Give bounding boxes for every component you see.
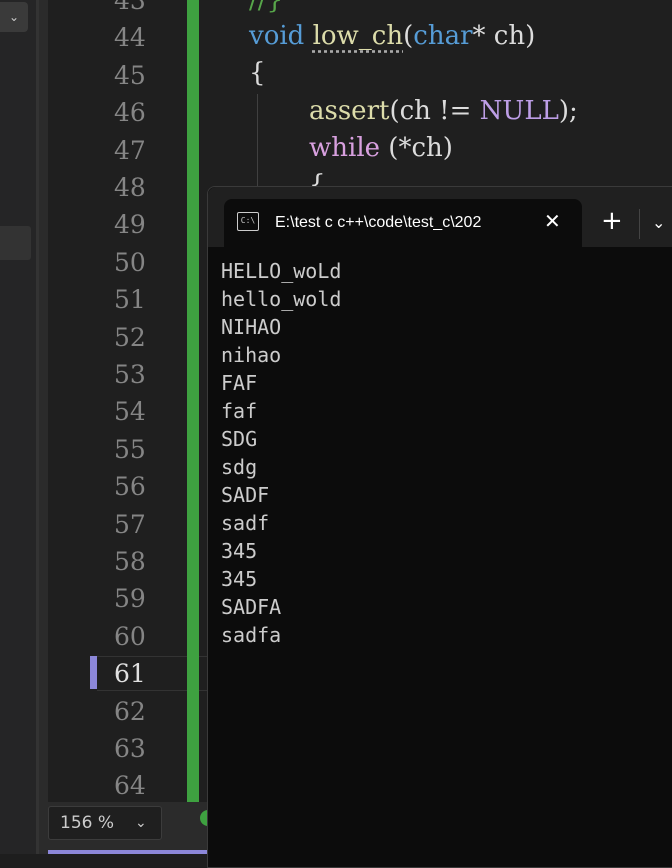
line-number: 64 bbox=[114, 771, 146, 801]
line-number: 45 bbox=[114, 60, 146, 90]
line-number: 47 bbox=[114, 135, 146, 165]
line-number: 54 bbox=[114, 397, 146, 427]
terminal-tab[interactable]: C:\ E:\test c c++\code\test_c\202 ✕ bbox=[224, 199, 582, 247]
output-line: SADFA bbox=[221, 595, 282, 619]
chevron-down-icon: ⌄ bbox=[135, 815, 147, 831]
keyword-void: void bbox=[249, 21, 305, 51]
chevron-down-icon: ⌄ bbox=[8, 10, 20, 24]
line-number: 63 bbox=[114, 734, 146, 763]
keyword-while: while bbox=[309, 133, 381, 163]
line-number: 46 bbox=[114, 98, 146, 128]
output-line: hello_wold bbox=[221, 287, 342, 311]
indent-guide bbox=[257, 94, 258, 194]
chevron-down-icon[interactable]: ⌄ bbox=[652, 209, 665, 237]
code-line-43: //} bbox=[249, 0, 284, 15]
change-tracking-bar bbox=[187, 0, 199, 802]
code-line-46: assert(ch != NULL); bbox=[309, 93, 578, 130]
output-line: FAF bbox=[221, 371, 258, 395]
line-number: 51 bbox=[114, 285, 146, 315]
line-number: 55 bbox=[114, 434, 146, 464]
close-icon[interactable]: ✕ bbox=[544, 209, 561, 233]
bottom-accent-line bbox=[48, 850, 208, 854]
output-line: sadf bbox=[221, 511, 270, 535]
current-line-marker bbox=[90, 656, 97, 689]
code-line-47: while (*ch) bbox=[309, 130, 453, 167]
plus-icon[interactable]: + bbox=[601, 207, 623, 235]
titlebar-divider bbox=[639, 209, 640, 239]
function-name: low_ch bbox=[312, 21, 404, 51]
zoom-value: 156 % bbox=[60, 813, 115, 833]
line-number: 49 bbox=[114, 210, 146, 240]
code-line-45: { bbox=[249, 58, 266, 88]
terminal-window[interactable]: C:\ E:\test c c++\code\test_c\202 ✕ + ⌄ … bbox=[207, 186, 672, 868]
editor-margin bbox=[39, 0, 48, 854]
paren: ( bbox=[403, 21, 414, 51]
line-number: 60 bbox=[114, 621, 146, 651]
left-panel: ⌄ bbox=[0, 0, 36, 854]
output-line: HELLO_woLd bbox=[221, 259, 342, 283]
while-cond: (*ch) bbox=[380, 133, 453, 163]
line-number: 50 bbox=[114, 247, 146, 277]
param: * ch) bbox=[472, 21, 536, 51]
line-number: 62 bbox=[114, 696, 146, 726]
line-number: 56 bbox=[114, 472, 146, 502]
panel-selected-item[interactable] bbox=[0, 226, 31, 260]
line-number: 52 bbox=[114, 322, 146, 352]
terminal-titlebar[interactable]: C:\ E:\test c c++\code\test_c\202 ✕ + ⌄ bbox=[208, 187, 672, 247]
assert-end: ); bbox=[558, 96, 578, 126]
assert-args: (ch != bbox=[389, 96, 480, 126]
output-line: SDG bbox=[221, 427, 258, 451]
output-line: 345 bbox=[221, 567, 258, 591]
panel-dropdown-button[interactable]: ⌄ bbox=[0, 2, 28, 32]
line-number: 53 bbox=[114, 360, 146, 389]
output-line: sdg bbox=[221, 455, 258, 479]
output-line: 345 bbox=[221, 539, 258, 563]
null-macro: NULL bbox=[479, 96, 559, 126]
output-line: NIHAO bbox=[221, 315, 282, 339]
line-number: 48 bbox=[114, 173, 146, 202]
line-number: 43 bbox=[114, 0, 146, 15]
line-number: 59 bbox=[114, 584, 146, 614]
line-number: 44 bbox=[114, 23, 146, 53]
tab-title: E:\test c c++\code\test_c\202 bbox=[275, 214, 482, 231]
code-line-44: void low_ch(char* ch) bbox=[249, 18, 535, 55]
output-line: nihao bbox=[221, 343, 282, 367]
line-number: 57 bbox=[114, 509, 146, 539]
line-number: 58 bbox=[114, 547, 146, 576]
assert-call: assert bbox=[309, 96, 390, 126]
output-line: SADF bbox=[221, 483, 270, 507]
output-line: sadfa bbox=[221, 623, 282, 647]
keyword-char: char bbox=[413, 21, 473, 51]
zoom-dropdown[interactable]: 156 % ⌄ bbox=[48, 806, 162, 840]
cmd-icon: C:\ bbox=[237, 212, 259, 231]
output-line: faf bbox=[221, 399, 258, 423]
